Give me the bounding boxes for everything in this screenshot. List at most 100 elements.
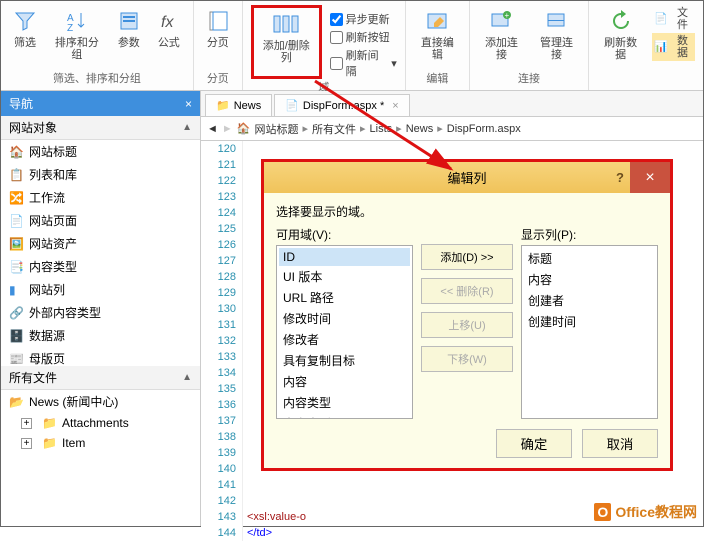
shown-columns-list[interactable]: 标题内容创建者创建时间 <box>521 245 658 419</box>
assets-icon: 🖼️ <box>9 237 23 251</box>
sidebar-item-columns[interactable]: ▮网站列 <box>1 278 200 301</box>
group-label: 连接 <box>518 70 540 86</box>
formula-button[interactable]: fx公式 <box>153 5 185 63</box>
group-label <box>645 74 648 86</box>
sidebar-item-site-pages[interactable]: 📄网站页面 <box>1 209 200 232</box>
svg-text:fx: fx <box>161 14 174 31</box>
sidebar-item-workflow[interactable]: 🔀工作流 <box>1 186 200 209</box>
crumb-news[interactable]: News <box>406 123 434 135</box>
list-item[interactable]: 内容类型 <box>279 392 410 413</box>
edit-columns-dialog: 编辑列 ? × 选择要显示的域。 可用域(V): IDUI 版本URL 路径修改… <box>261 159 673 471</box>
sidebar-item-master[interactable]: 📰母版页 <box>1 347 200 366</box>
add-remove-column-button[interactable]: 添加/删除列 <box>251 5 322 79</box>
sidebar-item-lists[interactable]: 📋列表和库 <box>1 163 200 186</box>
paging-button[interactable]: 分页 <box>202 5 234 51</box>
ribbon-group-edit: 直接编辑 编辑 <box>406 1 470 90</box>
params-button[interactable]: 参数 <box>113 5 145 63</box>
crumb-allfiles[interactable]: 所有文件 <box>312 121 356 137</box>
crumb-site[interactable]: 网站标题 <box>254 121 298 137</box>
sidebar-item-datasource[interactable]: 🗄️数据源 <box>1 324 200 347</box>
close-icon[interactable]: × <box>392 100 398 112</box>
group-label: 编辑 <box>426 70 448 86</box>
column-icon: ▮ <box>9 283 23 297</box>
shown-label: 显示列(P): <box>521 226 658 243</box>
expand-icon[interactable]: + <box>21 438 32 449</box>
close-icon[interactable]: × <box>630 162 670 193</box>
sidebar-item-content-types[interactable]: 📑内容类型 <box>1 255 200 278</box>
list-item[interactable]: 创建者 <box>524 290 655 311</box>
list-item[interactable]: URL 路径 <box>279 287 410 308</box>
sidebar-item-ext-types[interactable]: 🔗外部内容类型 <box>1 301 200 324</box>
dialog-hint: 选择要显示的域。 <box>276 203 658 220</box>
all-files-section[interactable]: 所有文件▲ <box>1 366 200 390</box>
available-label: 可用域(V): <box>276 226 413 243</box>
list-item[interactable]: 创建时间 <box>524 311 655 332</box>
sync-update-checkbox[interactable]: 异步更新 <box>330 11 397 27</box>
ribbon-group-filter-sort: 筛选 AZ排序和分组 参数 fx公式 筛选、排序和分组 <box>1 1 194 90</box>
tree-news[interactable]: 📂News (新闻中心) <box>1 390 200 413</box>
sidebar: 导航× 网站对象▲ 🏠网站标题 📋列表和库 🔀工作流 📄网站页面 🖼️网站资产 … <box>1 91 201 526</box>
move-down-button[interactable]: 下移(W) <box>421 346 513 372</box>
list-item[interactable]: 修改者 <box>279 329 410 350</box>
direct-edit-button[interactable]: 直接编辑 <box>414 5 461 63</box>
tab-news[interactable]: 📁News <box>205 94 272 116</box>
svg-text:+: + <box>505 11 510 20</box>
list-item[interactable]: 标题 <box>524 248 655 269</box>
move-up-button[interactable]: 上移(U) <box>421 312 513 338</box>
master-icon: 📰 <box>9 352 23 366</box>
sidebar-item-site-title[interactable]: 🏠网站标题 <box>1 140 200 163</box>
ribbon-group-connect: +添加连接 管理连接 连接 <box>470 1 589 90</box>
back-icon[interactable]: ◄ <box>207 123 218 135</box>
list-item[interactable]: ID <box>279 248 410 266</box>
data-button[interactable]: 📊数据 <box>652 33 695 61</box>
close-icon[interactable]: × <box>185 97 192 111</box>
available-fields-list[interactable]: IDUI 版本URL 路径修改时间修改者具有复制目标内容内容类型内容类型 ID创… <box>276 245 413 419</box>
tree-item[interactable]: +📁Item <box>1 433 200 453</box>
remove-button[interactable]: << 删除(R) <box>421 278 513 304</box>
add-button[interactable]: 添加(D) >> <box>421 244 513 270</box>
list-item[interactable]: 修改时间 <box>279 308 410 329</box>
add-connection-button[interactable]: +添加连接 <box>478 5 525 63</box>
list-icon: 📋 <box>9 168 23 182</box>
breadcrumb: ◄ ► 🏠 网站标题▸ 所有文件▸ Lists▸ News▸ DispForm.… <box>201 117 703 141</box>
home-icon: 🏠 <box>9 145 23 159</box>
home-icon[interactable]: 🏠 <box>237 122 251 135</box>
ribbon: 筛选 AZ排序和分组 参数 fx公式 筛选、排序和分组 分页 分页 添加/删除列… <box>1 1 703 91</box>
help-icon[interactable]: ? <box>616 170 624 185</box>
group-label: 筛选、排序和分组 <box>53 70 141 86</box>
list-item[interactable]: 具有复制目标 <box>279 350 410 371</box>
sidebar-item-site-assets[interactable]: 🖼️网站资产 <box>1 232 200 255</box>
sort-group-button[interactable]: AZ排序和分组 <box>49 5 105 63</box>
document-tabs: 📁News 📄DispForm.aspx *× <box>201 91 703 117</box>
site-objects-section[interactable]: 网站对象▲ <box>1 116 200 140</box>
crumb-lists[interactable]: Lists <box>370 123 393 135</box>
cancel-button[interactable]: 取消 <box>582 429 658 458</box>
page-icon: 📄 <box>9 214 23 228</box>
filter-button[interactable]: 筛选 <box>9 5 41 63</box>
code-line: <xsl:value-o <box>247 509 306 525</box>
list-item[interactable]: 内容 <box>524 269 655 290</box>
list-item[interactable]: UI 版本 <box>279 266 410 287</box>
content-type-icon: 📑 <box>9 260 23 274</box>
folder-icon: 📂 <box>9 395 23 409</box>
crumb-file[interactable]: DispForm.aspx <box>447 123 521 135</box>
list-item[interactable]: 内容类型 ID <box>279 413 410 419</box>
expand-icon[interactable]: + <box>21 418 32 429</box>
refresh-button-checkbox[interactable]: 刷新按钮 <box>330 29 397 45</box>
db-icon: 🗄️ <box>9 329 23 343</box>
list-item[interactable]: 内容 <box>279 371 410 392</box>
ribbon-group-paging: 分页 分页 <box>194 1 243 90</box>
watermark: OOffice教程网 <box>594 502 697 522</box>
refresh-interval-checkbox[interactable]: 刷新间隔 ▾ <box>330 47 397 79</box>
tab-dispform[interactable]: 📄DispForm.aspx *× <box>274 94 409 116</box>
refresh-data-button[interactable]: 刷新数据 <box>597 5 644 63</box>
tree-attachments[interactable]: +📁Attachments <box>1 413 200 433</box>
svg-text:Z: Z <box>67 23 73 33</box>
group-label: 分页 <box>207 70 229 86</box>
ok-button[interactable]: 确定 <box>496 429 572 458</box>
forward-icon[interactable]: ► <box>222 123 233 135</box>
dialog-titlebar[interactable]: 编辑列 ? × <box>264 162 670 193</box>
dialog-title: 编辑列 <box>447 168 486 187</box>
manage-connection-button[interactable]: 管理连接 <box>533 5 580 63</box>
file-button[interactable]: 📄文件 <box>652 5 695 33</box>
